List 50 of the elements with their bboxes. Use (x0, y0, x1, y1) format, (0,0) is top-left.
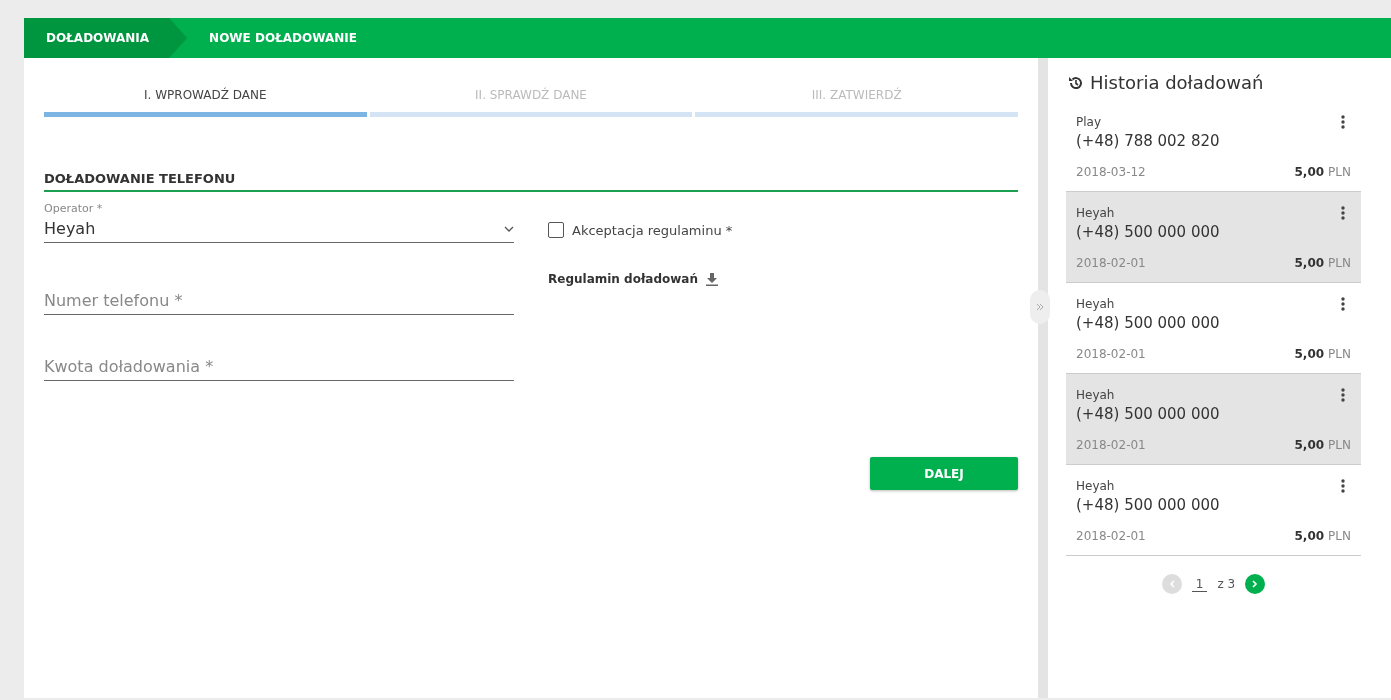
operator-name: Heyah (1076, 388, 1116, 402)
more-icon[interactable] (1341, 115, 1345, 129)
amount: 5,00 (1294, 529, 1325, 543)
amount: 5,00 (1294, 347, 1325, 361)
more-icon[interactable] (1341, 479, 1345, 493)
section-title: DOŁADOWANIE TELEFONU (44, 171, 1018, 192)
date: 2018-02-01 (1076, 529, 1147, 543)
history-item[interactable]: Heyah (+48) 500 000 000 2018-02-01 5,00 PLN (1066, 192, 1361, 283)
amount: 5,00 (1294, 256, 1325, 270)
history-icon (1068, 74, 1084, 91)
currency: PLN (1328, 347, 1351, 361)
operator-name: Play (1076, 115, 1103, 129)
breadcrumb-item[interactable]: DOŁADOWANIA (24, 18, 188, 58)
terms-link[interactable]: Regulamin doładowań (548, 272, 733, 286)
date: 2018-02-01 (1076, 438, 1147, 452)
more-icon[interactable] (1341, 297, 1345, 311)
more-icon[interactable] (1341, 206, 1345, 220)
date: 2018-02-01 (1076, 347, 1147, 361)
page-number[interactable]: 1 (1191, 576, 1208, 592)
phone-number: (+48) 500 000 000 (1076, 314, 1221, 332)
phone-number: (+48) 500 000 000 (1076, 223, 1221, 241)
date: 2018-03-12 (1076, 165, 1147, 179)
amount: 5,00 (1294, 165, 1325, 179)
currency: PLN (1328, 438, 1351, 452)
chevron-down-icon (504, 225, 514, 232)
phone-number: (+48) 500 000 000 (1076, 496, 1221, 514)
currency: PLN (1328, 165, 1351, 179)
next-page-button[interactable] (1245, 574, 1266, 594)
phone-number: (+48) 788 002 820 (1076, 132, 1221, 150)
download-icon (706, 272, 718, 286)
chevron-right-icon (1252, 580, 1259, 588)
operator-name: Heyah (1076, 206, 1116, 220)
field-label: Operator * (44, 202, 104, 215)
terms-checkbox[interactable]: Akceptacja regulaminu * (548, 222, 733, 238)
history-title: Historia doładowań (1090, 72, 1264, 93)
history-item[interactable]: Heyah (+48) 500 000 000 2018-02-01 5,00 PLN (1066, 374, 1361, 465)
double-chevron-icon (1036, 302, 1044, 311)
step-tab[interactable]: I. WPROWADŹ DANE (44, 76, 367, 117)
operator-select[interactable]: Heyah (44, 215, 514, 243)
amount: 5,00 (1294, 438, 1325, 452)
chevron-left-icon (1168, 580, 1175, 588)
date: 2018-02-01 (1076, 256, 1147, 270)
phone-number: (+48) 500 000 000 (1076, 405, 1221, 423)
page-count: z 3 (1217, 577, 1236, 591)
currency: PLN (1328, 529, 1351, 543)
more-icon[interactable] (1341, 388, 1345, 402)
operator-name: Heyah (1076, 479, 1116, 493)
currency: PLN (1328, 256, 1351, 270)
operator-name: Heyah (1076, 297, 1116, 311)
expand-toggle[interactable] (1030, 290, 1050, 324)
